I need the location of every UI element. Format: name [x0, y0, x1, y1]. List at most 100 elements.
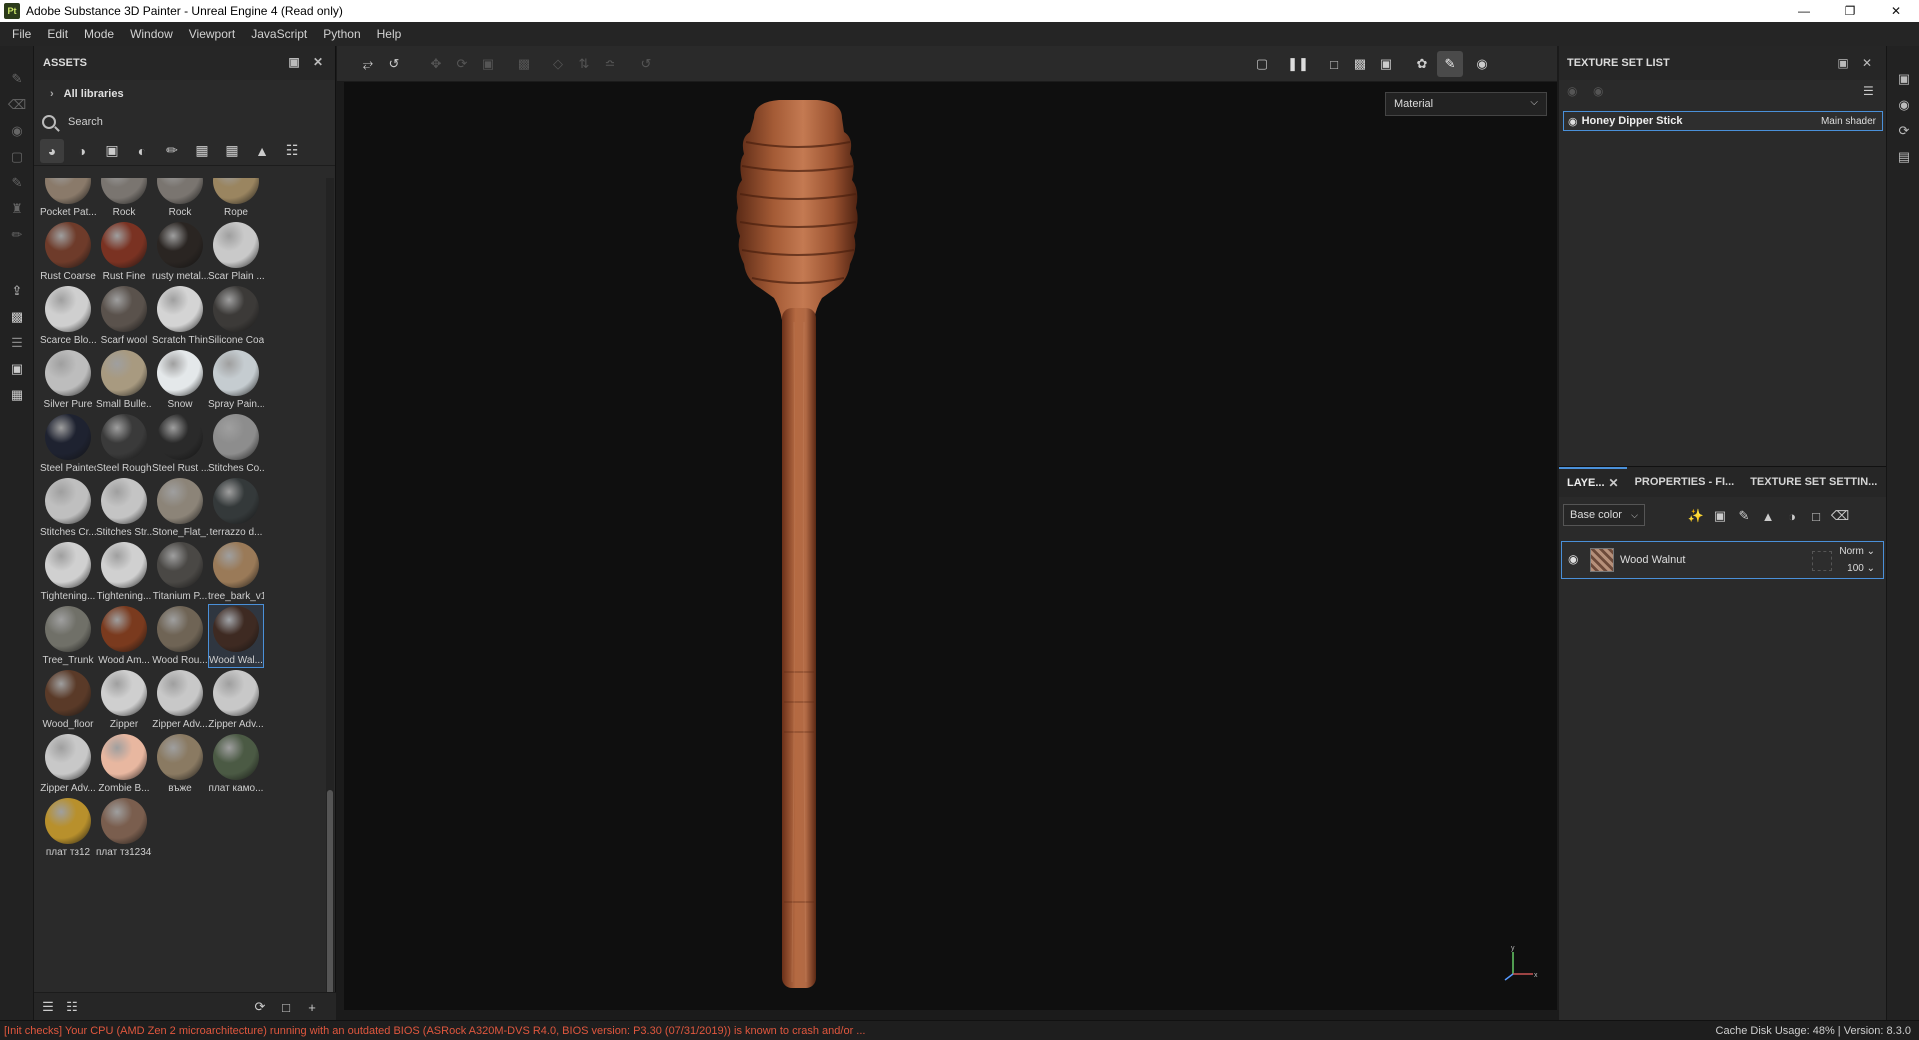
filters-icon[interactable]: ◐ — [130, 139, 154, 163]
add-fill-layer-icon[interactable]: ▲ — [1759, 507, 1777, 525]
mirror-icon[interactable]: ◇ — [549, 55, 567, 73]
geometry-mask-icon[interactable]: ▢ — [8, 148, 26, 166]
asset-item[interactable]: Rust Fine — [96, 220, 152, 284]
menu-edit[interactable]: Edit — [39, 27, 76, 41]
minimize-icon[interactable]: — — [1781, 0, 1827, 22]
asset-item[interactable]: Stone_Flat_... — [152, 476, 208, 540]
asset-item[interactable]: Wood Wal... — [208, 604, 264, 668]
asset-item[interactable]: Tightening... — [96, 540, 152, 604]
shelf-icon[interactable]: ☰ — [8, 334, 26, 352]
asset-item[interactable]: въже — [152, 732, 208, 796]
clone-stamp-icon[interactable]: ♜ — [8, 200, 26, 218]
menu-window[interactable]: Window — [122, 27, 181, 41]
asset-item[interactable]: плат тз12 — [40, 796, 96, 860]
eraser-icon[interactable]: ⌫ — [8, 96, 26, 114]
texture-set-row[interactable]: ◉ Honey Dipper Stick Main shader — [1563, 111, 1883, 131]
paint-brush-icon[interactable]: ✎ — [8, 70, 26, 88]
environments-icon[interactable]: ▲ — [250, 139, 274, 163]
brushes-icon[interactable]: ✏ — [160, 139, 184, 163]
asset-item[interactable]: rusty metal... — [152, 220, 208, 284]
asset-item[interactable]: Zombie B... — [96, 732, 152, 796]
opacity-field[interactable]: 100 ⌄ — [1847, 563, 1875, 574]
asset-item[interactable]: Steel Rust ... — [152, 412, 208, 476]
asset-item[interactable]: Wood Rou... — [152, 604, 208, 668]
asset-item[interactable]: Scarce Blo... — [40, 284, 96, 348]
bake-icon[interactable]: ▩ — [8, 308, 26, 326]
asset-item[interactable]: Scratch Thin — [152, 284, 208, 348]
status-error[interactable]: [Init checks] Your CPU (AMD Zen 2 microa… — [4, 1025, 865, 1037]
asset-item[interactable]: Zipper — [96, 668, 152, 732]
history-icon[interactable]: ⟳ — [1895, 122, 1913, 140]
shader-name[interactable]: Main shader — [1821, 116, 1876, 127]
menu-javascript[interactable]: JavaScript — [243, 27, 315, 41]
sort-icon[interactable]: ☷ — [64, 999, 80, 1015]
environment-icon[interactable]: ◉ — [1895, 96, 1913, 114]
asset-item[interactable]: Stitches Co... — [208, 412, 264, 476]
asset-item[interactable]: Steel Rough — [96, 412, 152, 476]
channel-select[interactable]: Base color ⌵ — [1563, 504, 1645, 526]
asset-item[interactable]: Rust Coarse — [40, 220, 96, 284]
shader-settings-icon[interactable]: ▦ — [8, 386, 26, 404]
restore-icon[interactable]: ❐ — [1827, 0, 1873, 22]
particles-icon[interactable]: ▦ — [190, 139, 214, 163]
layer-row[interactable]: ◉ Wood Walnut Norm ⌄ 100 ⌄ — [1561, 541, 1884, 579]
visibility-off-icon[interactable]: ◉ — [1567, 84, 1577, 98]
smudge-icon[interactable]: ✎ — [8, 174, 26, 192]
transform-icon[interactable]: ⥂ — [359, 55, 377, 73]
hide-icon[interactable]: ▢ — [1253, 55, 1271, 73]
align-icon[interactable]: ⇅ — [575, 55, 593, 73]
undock-icon[interactable]: ▣ — [286, 54, 302, 70]
asset-item[interactable]: Spray Pain... — [208, 348, 264, 412]
material-mode-select[interactable]: Material ⌵ — [1385, 92, 1547, 116]
asset-item[interactable]: Stitches Cr... — [40, 476, 96, 540]
asset-item[interactable]: Titanium P... — [152, 540, 208, 604]
panel-close-icon[interactable]: ✕ — [1859, 55, 1875, 71]
asset-item[interactable]: плат тз12346 — [96, 796, 152, 860]
display-settings-icon[interactable]: ▣ — [8, 360, 26, 378]
menu-viewport[interactable]: Viewport — [181, 27, 243, 41]
asset-item[interactable]: Steel Painted — [40, 412, 96, 476]
asset-item[interactable]: Tree_Trunk — [40, 604, 96, 668]
close-icon[interactable]: ✕ — [1873, 0, 1919, 22]
blend-mode-select[interactable]: Norm ⌄ — [1839, 546, 1875, 557]
tab-texture-set-settings[interactable]: TEXTURE SET SETTIN... — [1742, 467, 1885, 497]
smart-materials-icon[interactable]: ◑ — [70, 139, 94, 163]
add-effect-icon[interactable]: ✨ — [1687, 507, 1705, 525]
library-breadcrumb[interactable]: › All libraries — [34, 80, 335, 108]
asset-item[interactable]: Scar Plain ... — [208, 220, 264, 284]
asset-item[interactable]: tree_bark_v1 — [208, 540, 264, 604]
textures-icon[interactable]: ▦ — [220, 139, 244, 163]
search-input[interactable]: Search — [34, 108, 335, 136]
asset-item[interactable]: Silver Pure — [40, 348, 96, 412]
undock-icon[interactable]: ▣ — [1835, 55, 1851, 71]
move-icon[interactable]: ✥ — [427, 55, 445, 73]
uv-transform-icon[interactable]: ↺ — [385, 55, 403, 73]
paint-mode-icon[interactable]: ✎ — [1437, 51, 1463, 77]
asset-item[interactable]: Tightening... — [40, 540, 96, 604]
asset-item[interactable]: terrazzo d... — [208, 476, 264, 540]
eye-icon[interactable]: ◉ — [1568, 115, 1578, 128]
snap-icon[interactable]: ≏ — [601, 55, 619, 73]
asset-item[interactable]: Zipper Adv... — [152, 668, 208, 732]
asset-item[interactable]: Silicone Coat — [208, 284, 264, 348]
pause-icon[interactable]: ❚❚ — [1287, 55, 1309, 73]
list-view-icon[interactable]: ☰ — [40, 999, 56, 1015]
visibility-icon[interactable]: ◉ — [1593, 84, 1603, 98]
screenshot-icon[interactable]: ◉ — [1473, 55, 1491, 73]
asset-item[interactable]: Stitches Str... — [96, 476, 152, 540]
export-icon[interactable]: ⇪ — [8, 282, 26, 300]
view-3d-icon[interactable]: ▩ — [1351, 55, 1369, 73]
reset-icon[interactable]: ↺ — [637, 55, 655, 73]
asset-item[interactable]: Pocket Pat... — [40, 178, 96, 220]
scale-icon[interactable]: ▣ — [479, 55, 497, 73]
menu-icon[interactable]: ☰ — [1863, 84, 1874, 98]
add-icon[interactable]: + — [304, 999, 320, 1015]
asset-scrollbar[interactable] — [326, 178, 334, 1034]
materials-icon[interactable]: ◕ — [40, 138, 64, 163]
tab-layers[interactable]: LAYE... ✕ — [1559, 467, 1627, 497]
folder-icon[interactable]: □ — [278, 999, 294, 1015]
log-icon[interactable]: ▤ — [1895, 148, 1913, 166]
add-paint-layer-icon[interactable]: ✎ — [1735, 507, 1753, 525]
asset-item[interactable]: плат камо... — [208, 732, 264, 796]
asset-item[interactable]: Wood Am... — [96, 604, 152, 668]
